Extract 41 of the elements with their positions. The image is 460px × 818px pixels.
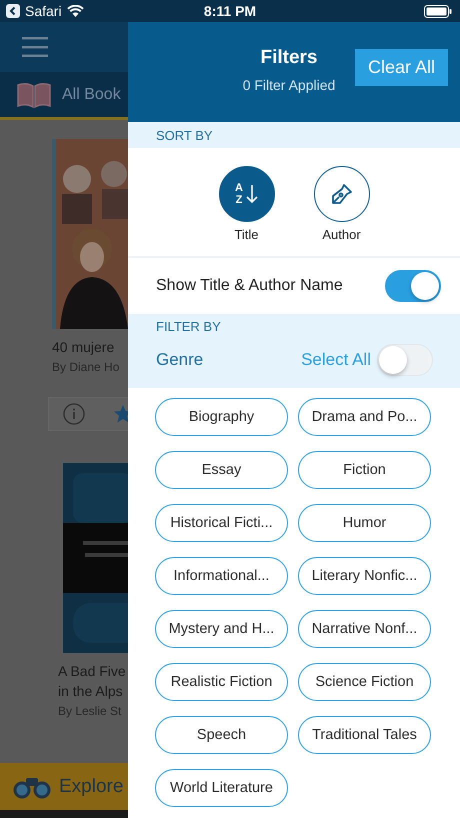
genre-chip[interactable]: Drama and Po... — [298, 398, 431, 436]
genre-chip[interactable]: Fiction — [298, 451, 431, 489]
genre-chip[interactable]: Mystery and H... — [155, 610, 288, 648]
genre-chip[interactable]: Science Fiction — [298, 663, 431, 701]
back-app-label[interactable]: Safari — [25, 3, 62, 19]
star-icon[interactable] — [113, 404, 128, 424]
explore-label: Explore — [59, 776, 124, 798]
sort-option-label: Title — [234, 227, 259, 242]
sort-option-button[interactable]: A Z — [218, 166, 274, 222]
info-icon[interactable] — [63, 403, 85, 425]
genre-chip[interactable]: Speech — [155, 716, 288, 754]
genre-chip[interactable]: Literary Nonfic... — [298, 557, 431, 595]
genre-chip[interactable]: Narrative Nonf... — [298, 610, 431, 648]
pen-nib-icon — [330, 182, 354, 206]
toggle-switch[interactable] — [385, 270, 441, 302]
book-icon — [16, 80, 52, 108]
wifi-icon — [66, 5, 84, 17]
back-icon[interactable] — [6, 4, 20, 18]
sort-letter: Z — [235, 194, 243, 206]
section-heading: SORT BY — [156, 128, 213, 142]
genre-chip[interactable]: Essay — [155, 451, 288, 489]
genre-chip[interactable]: Historical Ficti... — [155, 504, 288, 542]
genre-chip[interactable]: Traditional Tales — [298, 716, 431, 754]
sort-letter: A — [235, 182, 243, 194]
setting-label: Show Title & Author Name — [156, 277, 343, 295]
clock: 8:11 PM — [204, 3, 256, 19]
genre-chip[interactable]: World Literature — [155, 769, 288, 807]
genre-chip[interactable]: Realistic Fiction — [155, 663, 288, 701]
menu-icon[interactable] — [22, 37, 48, 57]
panel-title: Filters — [260, 47, 318, 69]
genre-chip[interactable]: Biography — [155, 398, 288, 436]
filter-count: 0 Filter Applied — [242, 77, 336, 93]
genre-chip[interactable]: Humor — [298, 504, 431, 542]
battery-icon — [424, 4, 452, 18]
tab-label[interactable]: All Book — [62, 86, 121, 104]
down-arrow-icon — [246, 184, 258, 204]
genre-label: Genre — [156, 350, 204, 370]
genre-chip[interactable]: Informational... — [155, 557, 288, 595]
select-all-label: Select All — [301, 350, 371, 370]
sort-option-label: Author — [322, 227, 361, 242]
section-heading: FILTER BY — [156, 319, 222, 334]
